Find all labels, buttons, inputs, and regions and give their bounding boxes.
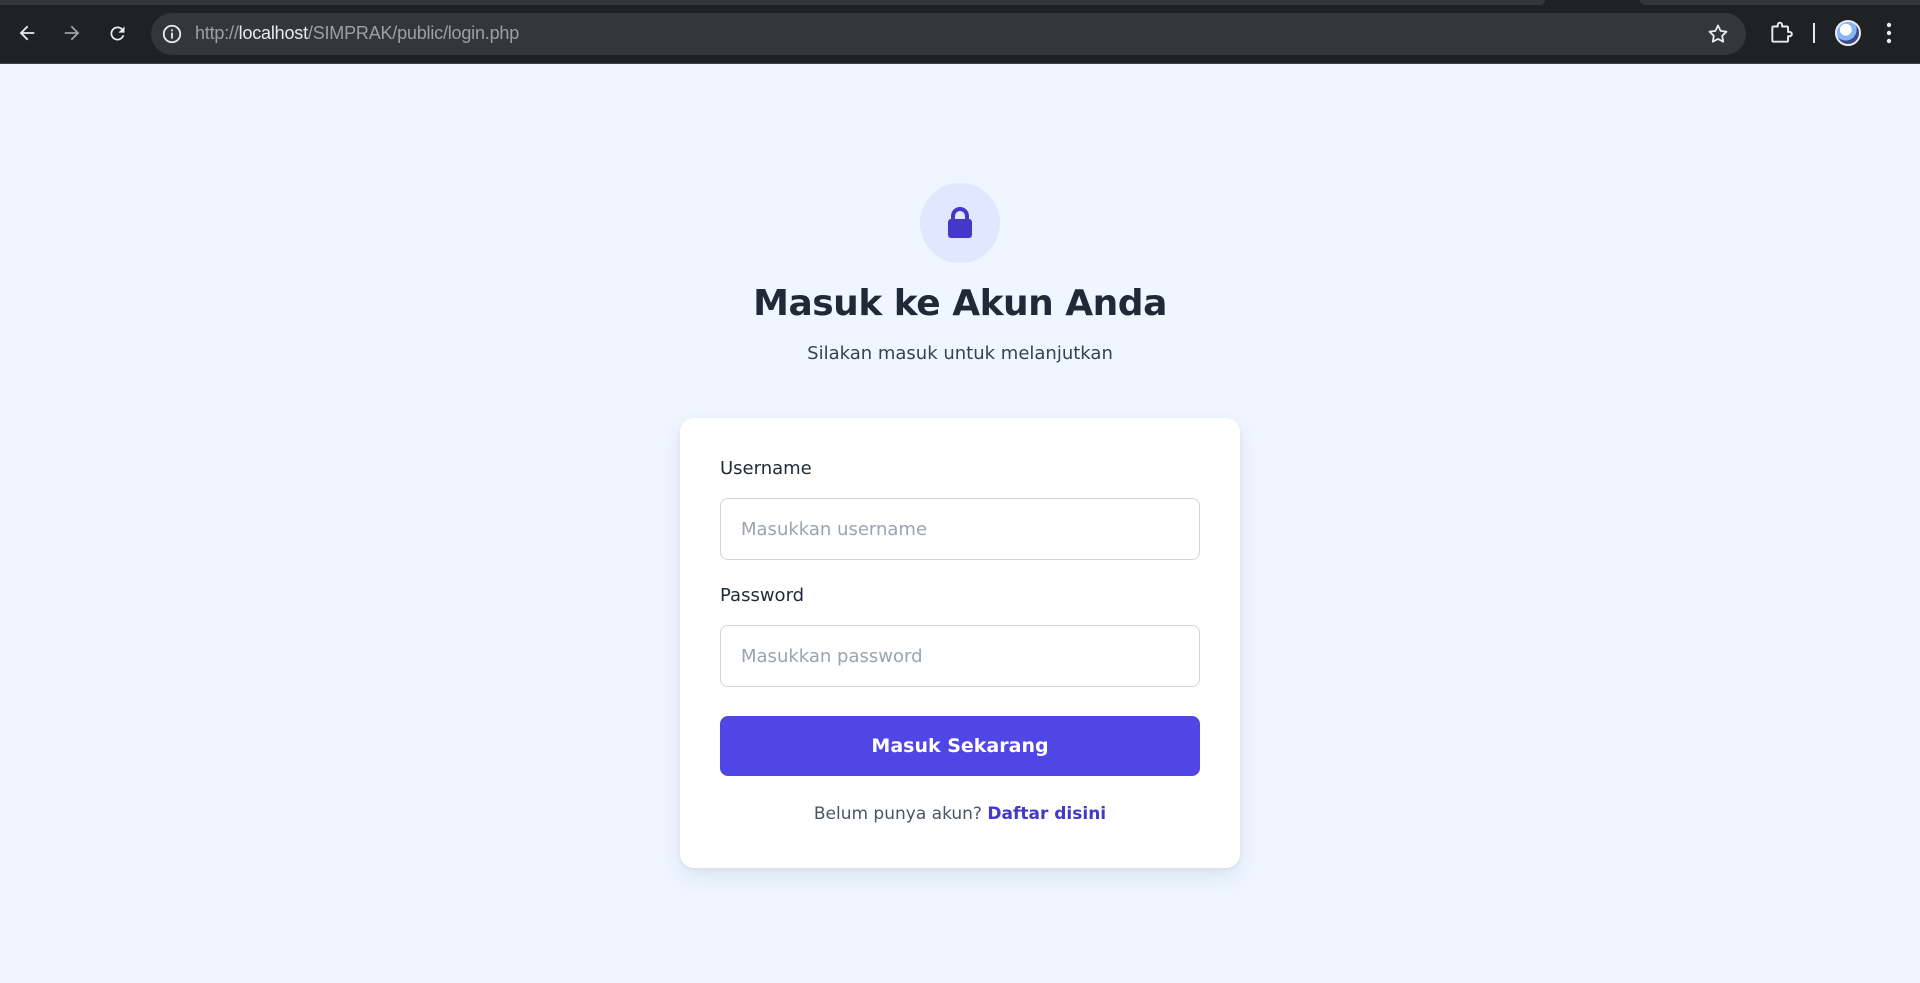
password-label: Password <box>720 585 805 606</box>
toolbar-separator <box>1813 23 1815 43</box>
register-prompt-text: Belum punya akun? <box>813 804 982 824</box>
kebab-menu-icon[interactable] <box>1885 21 1893 45</box>
forward-button[interactable] <box>56 17 88 49</box>
login-page: Masuk ke Akun Anda Silakan masuk untuk m… <box>0 64 1920 983</box>
url-host: localhost <box>238 23 308 43</box>
address-bar[interactable]: http://localhost/SIMPRAK/public/login.ph… <box>151 13 1746 55</box>
reload-button[interactable] <box>101 17 133 49</box>
arrow-right-icon <box>64 25 80 41</box>
puzzle-icon[interactable] <box>1768 20 1794 46</box>
username-label: Username <box>720 458 812 479</box>
password-input[interactable] <box>720 625 1200 687</box>
page-subtitle: Silakan masuk untuk melanjutkan <box>807 343 1113 364</box>
login-form: Username Password Masuk Sekarang Belum p… <box>680 418 1240 868</box>
star-icon[interactable] <box>1706 22 1730 46</box>
back-button[interactable] <box>11 17 43 49</box>
username-input[interactable] <box>720 498 1200 560</box>
url-text[interactable]: http://localhost/SIMPRAK/public/login.ph… <box>195 23 519 44</box>
avatar[interactable] <box>1835 20 1861 46</box>
register-link[interactable]: Daftar disini <box>987 804 1106 824</box>
tab-strip-edge-right <box>1640 0 1920 5</box>
info-icon[interactable] <box>161 23 183 45</box>
lock-icon <box>948 207 972 238</box>
page-title: Masuk ke Akun Anda <box>753 283 1167 324</box>
login-submit-button[interactable]: Masuk Sekarang <box>720 716 1200 776</box>
url-path: /SIMPRAK/public/login.php <box>307 23 520 43</box>
browser-toolbar: http://localhost/SIMPRAK/public/login.ph… <box>0 0 1920 64</box>
lock-badge <box>920 183 1000 263</box>
url-scheme: http:// <box>195 23 239 43</box>
tab-strip-edge <box>0 0 1545 5</box>
reload-icon <box>109 25 124 40</box>
register-prompt-line: Belum punya akun? Daftar disini <box>680 804 1240 824</box>
arrow-left-icon <box>19 25 35 41</box>
